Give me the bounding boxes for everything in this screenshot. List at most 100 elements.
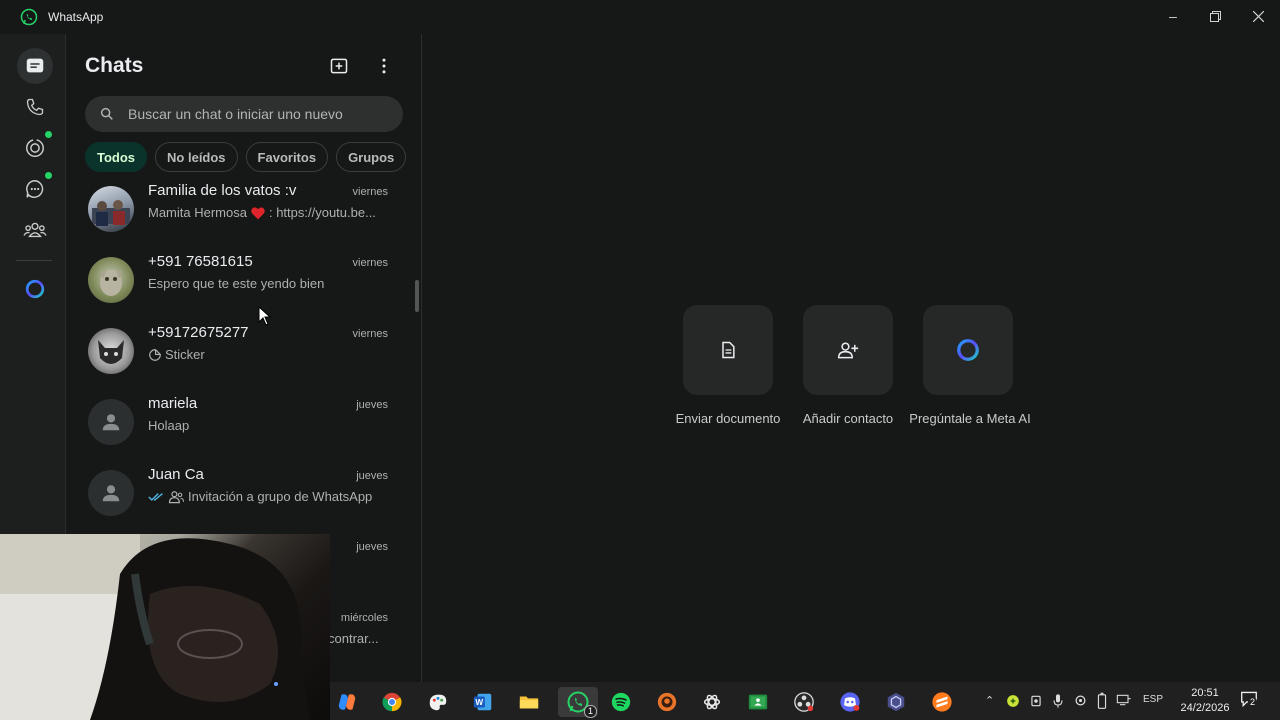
taskbar-spotify[interactable] xyxy=(606,687,636,717)
add-contact-button[interactable] xyxy=(803,305,893,395)
filter-favoritos[interactable]: Favoritos xyxy=(245,142,329,172)
chat-row[interactable]: mariela jueves Holaap xyxy=(66,391,416,462)
search-box[interactable] xyxy=(85,96,403,132)
restore-button[interactable] xyxy=(1193,0,1237,32)
taskbar-paint[interactable] xyxy=(423,687,453,717)
nav-chats-button[interactable] xyxy=(17,48,53,84)
taskbar: W 1 ⌃ ESP 20:51 24/2/2026 2 xyxy=(330,682,1280,720)
title-bar: WhatsApp – xyxy=(0,0,1280,34)
chat-time: miércoles xyxy=(340,612,388,624)
ask-meta-ai-button[interactable] xyxy=(923,305,1013,395)
new-chat-icon xyxy=(330,58,348,74)
document-icon xyxy=(722,341,735,359)
search-input[interactable] xyxy=(128,96,388,132)
taskbar-sublime[interactable] xyxy=(927,687,957,717)
microphone-icon[interactable] xyxy=(1052,693,1064,709)
tray-app-icon[interactable] xyxy=(1006,694,1020,708)
battery-icon[interactable] xyxy=(1097,692,1107,709)
menu-button[interactable] xyxy=(372,54,396,78)
heart-emoji-icon xyxy=(251,206,265,219)
chat-list-scrollbar[interactable] xyxy=(415,280,419,312)
group-icon xyxy=(168,490,185,503)
meta-ai-icon xyxy=(957,339,979,361)
message-sender: Mamita Hermosa xyxy=(148,205,247,220)
chat-name: mariela xyxy=(148,395,198,412)
webcam-person-image xyxy=(0,534,310,720)
network-icon[interactable] xyxy=(1116,693,1132,707)
obs-icon xyxy=(794,692,814,712)
chat-row[interactable]: +591 76581615 viernes Espero que te este… xyxy=(66,249,416,320)
message-text: Invitación a grupo de WhatsApp xyxy=(188,489,373,504)
chat-last-message: Holaap xyxy=(148,418,190,433)
main-panel: Enviar documento Añadir contacto Pregúnt… xyxy=(422,34,1280,682)
channels-icon xyxy=(26,180,44,198)
filter-grupos[interactable]: Grupos xyxy=(336,142,407,172)
discord-icon xyxy=(840,692,860,712)
taskbar-word[interactable]: W xyxy=(468,687,498,717)
chat-name: Familia de los vatos :v xyxy=(148,182,297,199)
chat-row[interactable]: Familia de los vatos :v viernes Mamita H… xyxy=(66,178,416,249)
paint-icon xyxy=(429,694,447,711)
message-text: Sticker xyxy=(165,347,205,362)
taskbar-classroom[interactable] xyxy=(743,687,773,717)
avatar xyxy=(88,257,134,303)
taskbar-whatsapp[interactable]: 1 xyxy=(558,687,598,718)
new-chat-button[interactable] xyxy=(327,54,351,78)
language-indicator[interactable]: ESP xyxy=(1143,694,1163,705)
chat-time: jueves xyxy=(356,399,388,411)
taskbar-file-explorer[interactable] xyxy=(514,687,544,717)
taskbar-discord[interactable] xyxy=(835,687,865,717)
nav-divider xyxy=(16,260,52,261)
word-icon: W xyxy=(473,693,492,711)
classroom-icon xyxy=(748,694,768,710)
chat-time: viernes xyxy=(352,328,388,340)
nav-communities-button[interactable] xyxy=(17,212,53,248)
tray-overflow-icon[interactable]: ⌃ xyxy=(985,694,994,707)
taskbar-chrome[interactable] xyxy=(377,687,407,717)
send-document-label: Enviar documento xyxy=(675,411,781,426)
chat-row[interactable]: +59172675277 viernes Sticker xyxy=(66,320,416,391)
chat-name: Juan Ca xyxy=(148,466,204,483)
cube-app-icon xyxy=(887,692,905,712)
minimize-button[interactable]: – xyxy=(1151,0,1195,32)
spotify-icon xyxy=(611,692,631,712)
chat-row[interactable]: Juan Ca jueves Invitación a grupo de Wha… xyxy=(66,462,416,533)
filter-no-leidos[interactable]: No leídos xyxy=(155,142,238,172)
taskbar-obs[interactable] xyxy=(789,687,819,717)
chat-last-message: Espero que te este yendo bien xyxy=(148,276,325,291)
sticker-icon xyxy=(149,348,161,361)
chat-name: +591 76581615 xyxy=(148,253,253,270)
nav-meta-ai-button[interactable] xyxy=(17,271,53,307)
window-title: WhatsApp xyxy=(48,10,104,24)
clock-time: 20:51 xyxy=(1191,687,1219,699)
tray-settings-icon[interactable] xyxy=(1073,693,1088,708)
send-document-button[interactable] xyxy=(683,305,773,395)
notifications-button[interactable]: 2 xyxy=(1240,691,1262,711)
chat-name: +59172675277 xyxy=(148,324,249,341)
status-unread-dot xyxy=(45,131,52,138)
avatar xyxy=(88,328,134,374)
taskbar-copilot[interactable] xyxy=(332,687,362,717)
tray-device-icon[interactable] xyxy=(1030,694,1042,708)
filter-todos[interactable]: Todos xyxy=(85,142,148,172)
taskbar-app-cube[interactable] xyxy=(881,687,911,717)
add-contact-icon xyxy=(837,342,859,359)
calls-icon xyxy=(26,98,44,116)
default-avatar-icon xyxy=(102,485,120,502)
taskbar-app-orange[interactable] xyxy=(652,687,682,717)
chat-time: viernes xyxy=(352,186,388,198)
more-vertical-icon xyxy=(382,58,386,74)
double-check-icon xyxy=(148,492,163,501)
orange-app-icon xyxy=(657,692,677,712)
close-window-button[interactable] xyxy=(1236,0,1280,32)
nav-calls-button[interactable] xyxy=(17,89,53,125)
taskbar-chatgpt[interactable] xyxy=(697,687,727,717)
chat-time: jueves xyxy=(356,541,388,553)
avatar xyxy=(88,399,134,445)
notification-count: 2 xyxy=(1248,697,1258,708)
chat-time: jueves xyxy=(356,470,388,482)
whatsapp-badge: 1 xyxy=(584,705,598,718)
system-clock[interactable]: 20:51 24/2/2026 xyxy=(1175,686,1235,716)
chatgpt-icon xyxy=(703,694,721,710)
copilot-icon xyxy=(338,694,356,710)
